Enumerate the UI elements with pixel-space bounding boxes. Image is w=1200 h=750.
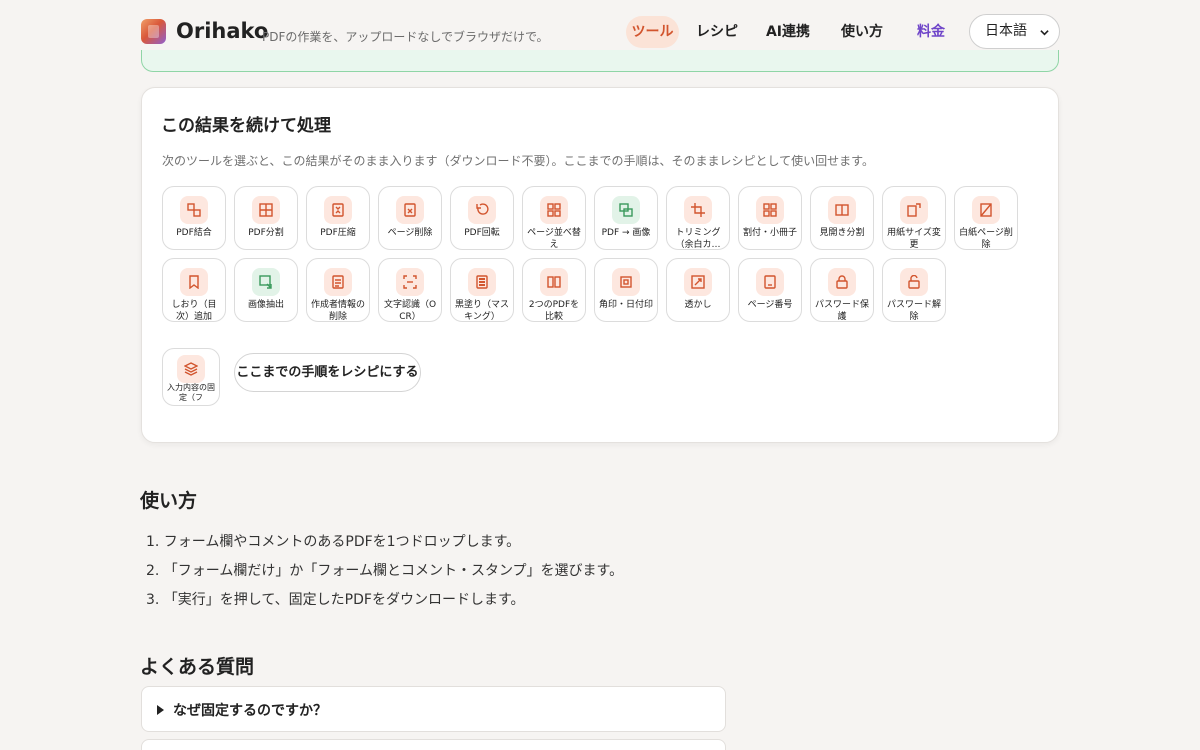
tool-tile[interactable]: PDF分割: [234, 186, 298, 250]
tool-label: PDF分割: [248, 228, 284, 238]
document-icon: [324, 268, 352, 296]
tool-tile[interactable]: トリミング（余白カ…: [666, 186, 730, 250]
tool-label: ページ番号: [747, 300, 793, 310]
nav-recipes[interactable]: レシピ: [692, 16, 742, 48]
rotate-icon: [468, 196, 496, 224]
chevron-down-icon: [1040, 30, 1049, 36]
faq-title: よくある質問: [140, 656, 255, 678]
tool-tile[interactable]: パスワード保護: [810, 258, 874, 322]
tool-label: 用紙サイズ変更: [887, 228, 941, 250]
crop-icon: [684, 196, 712, 224]
usage-step: 2. 「フォーム欄だけ」か「フォーム欄とコメント・スタンプ」を選びます。: [146, 563, 624, 579]
usage-step: 1. フォーム欄やコメントのあるPDFを1つドロップします。: [146, 534, 521, 550]
card-description: 次のツールを選ぶと、この結果がそのまま入ります（ダウンロード不要）。ここまでの手…: [162, 154, 874, 168]
tool-tile[interactable]: 白紙ページ削除: [954, 186, 1018, 250]
nav-ai[interactable]: AI連携: [760, 16, 816, 48]
language-value: 日本語: [985, 23, 1027, 39]
faq-question: なぜ固定するのですか？: [173, 703, 327, 719]
tool-tile[interactable]: PDF → 画像: [594, 186, 658, 250]
tagline: PDFの作業を、アップロードなしでブラウザだけで。: [262, 30, 549, 44]
tool-label: 画像抽出: [247, 300, 284, 310]
delete-page-icon: [396, 196, 424, 224]
tool-tile[interactable]: PDF圧縮: [306, 186, 370, 250]
nav-usage[interactable]: 使い方: [834, 16, 890, 48]
tool-label: PDF結合: [176, 228, 212, 238]
tool-label: パスワード保護: [814, 300, 869, 322]
tool-label: パスワード解除: [886, 300, 941, 322]
tool-label: 入力内容の固定（フ: [167, 383, 215, 402]
blank-page-icon: [972, 196, 1000, 224]
redact-icon: [468, 268, 496, 296]
tool-label: 文字認識（OCR）: [383, 300, 437, 322]
continue-processing-card: この結果を続けて処理 次のツールを選ぶと、この結果がそのまま入ります（ダウンロー…: [141, 87, 1059, 443]
make-recipe-button[interactable]: ここまでの手順をレシピにする: [234, 353, 421, 392]
watermark-icon: [684, 268, 712, 296]
tool-label: 透かし: [684, 300, 712, 310]
image-extract-icon: [252, 268, 280, 296]
compress-icon: [324, 196, 352, 224]
tool-label: ページ削除: [387, 228, 433, 238]
expand-triangle-icon: [157, 705, 164, 715]
tool-tile[interactable]: 用紙サイズ変更: [882, 186, 946, 250]
grid-icon: [540, 196, 568, 224]
usage-steps: 1. フォーム欄やコメントのあるPDFを1つドロップします。 2. 「フォーム欄…: [146, 528, 623, 615]
tool-label: PDF → 画像: [601, 228, 651, 238]
tool-tile[interactable]: しおり（目次）追加: [162, 258, 226, 322]
tool-tile[interactable]: 割付・小冊子: [738, 186, 802, 250]
tool-tile[interactable]: 文字認識（OCR）: [378, 258, 442, 322]
page-number-icon: [756, 268, 784, 296]
lock-icon: [828, 268, 856, 296]
ocr-icon: [396, 268, 424, 296]
tool-tile[interactable]: PDF回転: [450, 186, 514, 250]
tool-label: 黒塗り（マスキング）: [454, 300, 509, 322]
split-icon: [252, 196, 280, 224]
tool-tile[interactable]: パスワード解除: [882, 258, 946, 322]
tool-label: PDF回転: [464, 228, 500, 238]
tool-tile[interactable]: 2つのPDFを比較: [522, 258, 586, 322]
resize-icon: [900, 196, 928, 224]
tool-tile[interactable]: PDF結合: [162, 186, 226, 250]
image-convert-icon: [612, 196, 640, 224]
booklet-icon: [756, 196, 784, 224]
logo-icon[interactable]: [141, 19, 166, 44]
unlock-icon: [900, 268, 928, 296]
language-select[interactable]: 日本語: [969, 14, 1060, 49]
tool-tile[interactable]: 作成者情報の削除: [306, 258, 370, 322]
card-title: この結果を続けて処理: [161, 116, 331, 136]
tool-label: PDF圧縮: [320, 228, 356, 238]
tool-label: 2つのPDFを比較: [528, 300, 580, 322]
tool-tile[interactable]: 画像抽出: [234, 258, 298, 322]
success-banner: [141, 50, 1059, 72]
nav-pricing[interactable]: 料金: [906, 16, 956, 48]
tool-label: 角印・日付印: [598, 300, 653, 310]
compare-icon: [540, 268, 568, 296]
layers-icon: [177, 355, 205, 383]
nav-tools[interactable]: ツール: [626, 16, 679, 48]
brand-name[interactable]: Orihako: [176, 19, 268, 43]
tool-label: 見開き分割: [819, 228, 865, 238]
spread-split-icon: [828, 196, 856, 224]
faq-item[interactable]: なぜ固定するのですか？: [141, 686, 726, 732]
tool-tile[interactable]: 透かし: [666, 258, 730, 322]
tool-tile[interactable]: ページ番号: [738, 258, 802, 322]
tool-tile[interactable]: 見開き分割: [810, 186, 874, 250]
usage-title: 使い方: [140, 490, 198, 512]
tool-label: 作成者情報の削除: [310, 300, 365, 322]
tool-tile[interactable]: 黒塗り（マスキング）: [450, 258, 514, 322]
merge-icon: [180, 196, 208, 224]
tool-tile[interactable]: 入力内容の固定（フ: [162, 348, 220, 406]
usage-step: 3. 「実行」を押して、固定したPDFをダウンロードします。: [146, 592, 525, 608]
tool-label: ページ並べ替え: [527, 228, 581, 250]
tool-label: 割付・小冊子: [742, 228, 797, 238]
tool-tile[interactable]: 角印・日付印: [594, 258, 658, 322]
faq-item[interactable]: [141, 739, 726, 750]
stamp-icon: [612, 268, 640, 296]
tool-label: 白紙ページ削除: [959, 228, 1013, 250]
tool-tile[interactable]: ページ削除: [378, 186, 442, 250]
bookmark-icon: [180, 268, 208, 296]
tool-tile[interactable]: ページ並べ替え: [522, 186, 586, 250]
tool-label: しおり（目次）追加: [171, 300, 217, 322]
tool-label: トリミング（余白カ…: [675, 228, 721, 250]
